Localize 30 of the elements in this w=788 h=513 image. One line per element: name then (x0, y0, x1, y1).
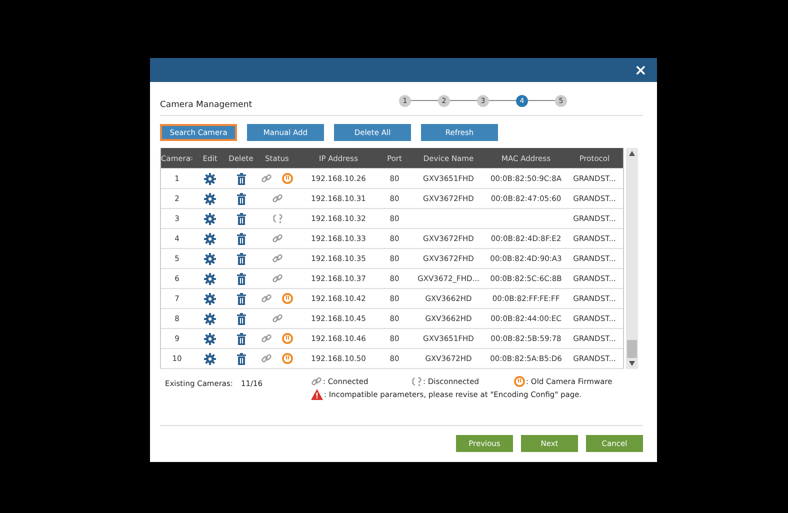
scroll-thumb[interactable] (627, 340, 637, 358)
firmware-warning-icon (514, 376, 525, 387)
gear-icon[interactable] (204, 332, 216, 344)
scroll-up-icon[interactable] (629, 151, 635, 156)
trash-icon[interactable] (236, 272, 246, 284)
scroll-down-icon[interactable] (629, 361, 635, 366)
gear-icon[interactable] (204, 172, 216, 184)
broken-link-icon (411, 376, 422, 387)
trash-icon[interactable] (236, 332, 246, 344)
gear-icon[interactable] (204, 212, 216, 224)
warning-icon (311, 389, 323, 400)
scrollbar[interactable] (626, 148, 638, 369)
trash-icon[interactable] (236, 192, 246, 204)
trash-icon[interactable] (236, 212, 246, 224)
trash-icon[interactable] (236, 232, 246, 244)
gear-icon[interactable] (204, 352, 216, 364)
trash-icon[interactable] (236, 172, 246, 184)
trash-icon[interactable] (236, 252, 246, 264)
gear-icon[interactable] (204, 252, 216, 264)
gear-icon[interactable] (204, 312, 216, 324)
trash-icon[interactable] (236, 312, 246, 324)
trash-icon[interactable] (236, 352, 246, 364)
gear-icon[interactable] (204, 272, 216, 284)
dialog-title: Camera Management (160, 100, 252, 110)
gear-icon[interactable] (204, 232, 216, 244)
gear-icon[interactable] (204, 192, 216, 204)
gear-icon[interactable] (204, 292, 216, 304)
link-icon (311, 376, 322, 387)
trash-icon[interactable] (236, 292, 246, 304)
close-button[interactable]: × (632, 62, 649, 78)
